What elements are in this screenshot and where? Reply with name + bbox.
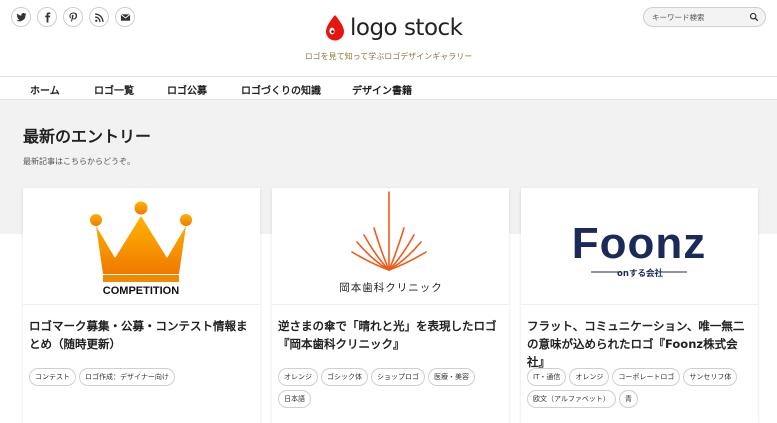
thumb-caption: 岡本歯科クリニック: [339, 281, 443, 294]
entry-title[interactable]: 逆さまの傘で「晴れと光」を表現したロゴ『岡本歯科クリニック』: [272, 305, 509, 367]
search-input[interactable]: [652, 12, 742, 22]
tag[interactable]: IT・通信: [527, 368, 567, 386]
site-tagline: ロゴを見て知って学ぶロゴデザインギャラリー: [304, 52, 473, 61]
tag[interactable]: 欧文（アルファベット）: [527, 390, 616, 408]
entry-thumbnail[interactable]: Foonz onする会社: [521, 188, 758, 305]
logo-text: logo stock: [350, 15, 463, 41]
tag[interactable]: 医療・美容: [428, 368, 475, 386]
pinterest-icon[interactable]: [63, 7, 83, 27]
nav-item-design-books[interactable]: デザイン書籍: [352, 82, 412, 97]
twitter-icon[interactable]: [11, 7, 31, 27]
nav-item-logo-knowledge[interactable]: ロゴづくりの知識: [241, 82, 321, 97]
crown-competition-image: COMPETITION: [90, 201, 192, 297]
tag-list: IT・通信 オレンジ コーポレートロゴ サンセリフ体 欧文（アルファベット） 青: [527, 368, 755, 408]
tag[interactable]: コンテスト: [29, 368, 76, 386]
thumb-subcaption: onする会社: [617, 268, 663, 279]
foonz-logo-image: Foonz onする会社: [572, 219, 707, 279]
facebook-icon[interactable]: [37, 7, 57, 27]
mail-icon[interactable]: [115, 7, 135, 27]
tag[interactable]: ショップロゴ: [371, 368, 425, 386]
entry-thumbnail[interactable]: COMPETITION: [23, 188, 260, 305]
thumb-caption: COMPETITION: [103, 285, 179, 297]
tag[interactable]: オレンジ: [569, 368, 610, 386]
search-icon[interactable]: [749, 12, 759, 22]
tag[interactable]: 青: [618, 390, 638, 408]
thumb-caption: Foonz: [572, 219, 707, 268]
site-logo[interactable]: logo stock: [324, 14, 463, 42]
nav-item-home[interactable]: ホーム: [30, 82, 60, 97]
tag[interactable]: コーポレートロゴ: [612, 368, 681, 386]
tag[interactable]: ロゴ作成：デザイナー向け: [79, 368, 175, 386]
tag[interactable]: ゴシック体: [321, 368, 368, 386]
entry-thumbnail[interactable]: 岡本歯科クリニック: [272, 188, 509, 305]
tag[interactable]: サンセリフ体: [683, 368, 738, 386]
global-nav: ホーム ロゴ一覧 ロゴ公募 ロゴづくりの知識 デザイン書籍: [0, 76, 777, 100]
tag-list: コンテスト ロゴ作成：デザイナー向け: [29, 368, 257, 386]
page-title: 最新のエントリー: [23, 127, 152, 146]
social-links: [11, 7, 135, 27]
site-header: logo stock ロゴを見て知って学ぶロゴデザインギャラリー: [0, 0, 777, 76]
umbrella-clinic-image: 岡本歯科クリニック: [339, 190, 443, 294]
nav-item-logo-list[interactable]: ロゴ一覧: [94, 82, 134, 97]
entry-card[interactable]: 岡本歯科クリニック 逆さまの傘で「晴れと光」を表現したロゴ『岡本歯科クリニック』…: [272, 188, 509, 423]
page-subtitle: 最新記事はこちらからどうぞ。: [23, 157, 135, 166]
tag[interactable]: オレンジ: [278, 368, 318, 386]
entry-title[interactable]: ロゴマーク募集・公募・コンテスト情報まとめ（随時更新）: [23, 305, 260, 367]
rss-icon[interactable]: [89, 7, 109, 27]
entry-card[interactable]: COMPETITION ロゴマーク募集・公募・コンテスト情報まとめ（随時更新） …: [23, 188, 260, 423]
search-box: [643, 7, 766, 27]
entry-card[interactable]: Foonz onする会社 フラット、コミュニケーション、唯一無二の意味が込められ…: [521, 188, 758, 423]
tag-list: オレンジ ゴシック体 ショップロゴ 医療・美容 日本語: [278, 368, 506, 408]
drop-logo-icon: [326, 15, 344, 41]
nav-item-logo-contest[interactable]: ロゴ公募: [167, 82, 207, 97]
tag[interactable]: 日本語: [278, 390, 311, 408]
entry-title[interactable]: フラット、コミュニケーション、唯一無二の意味が込められたロゴ『Foonz株式会社…: [521, 305, 758, 369]
